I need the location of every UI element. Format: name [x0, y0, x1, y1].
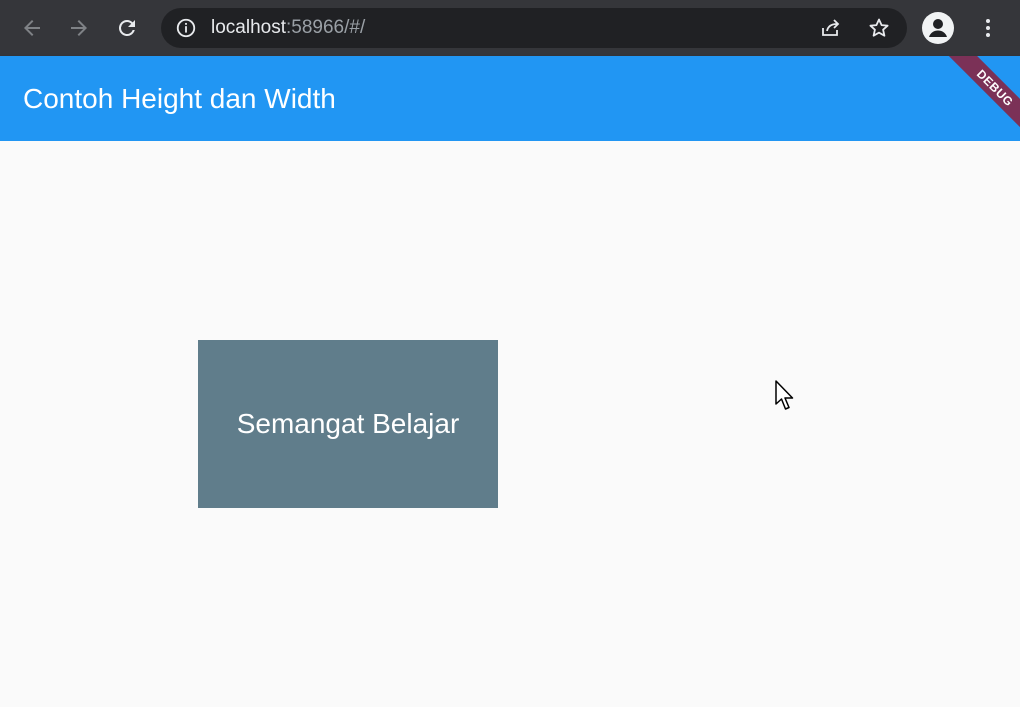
share-icon	[822, 19, 840, 36]
forward-arrow-icon	[71, 20, 87, 36]
app-bar: Contoh Height dan Width DEBUG	[0, 56, 1020, 141]
reload-button[interactable]	[113, 14, 141, 42]
bookmark-star-icon	[869, 18, 889, 37]
bookmark-button[interactable]	[867, 16, 891, 40]
debug-banner: DEBUG	[934, 56, 1020, 141]
sized-container: Semangat Belajar	[198, 340, 498, 508]
app-title: Contoh Height dan Width	[23, 83, 336, 114]
address-bar[interactable]: localhost:58966/#/	[161, 8, 907, 48]
browser-toolbar: localhost:58966/#/	[0, 0, 1020, 56]
profile-icon	[929, 19, 947, 37]
kebab-menu-icon	[986, 19, 990, 37]
container-text: Semangat Belajar	[236, 408, 460, 439]
info-icon[interactable]	[175, 17, 197, 39]
back-arrow-icon	[24, 20, 40, 36]
profile-button[interactable]	[922, 12, 954, 44]
back-button[interactable]	[18, 14, 46, 42]
url-host: localhost	[211, 17, 286, 38]
url-path: :58966/#/	[286, 17, 366, 38]
url-text[interactable]: localhost:58966/#/	[211, 17, 365, 39]
mouse-cursor-icon	[775, 380, 794, 410]
browser-menu-button[interactable]	[974, 14, 1002, 42]
page-body: Semangat Belajar	[0, 141, 1020, 707]
forward-button[interactable]	[65, 14, 93, 42]
share-button[interactable]	[819, 16, 843, 40]
reload-icon	[119, 19, 135, 36]
